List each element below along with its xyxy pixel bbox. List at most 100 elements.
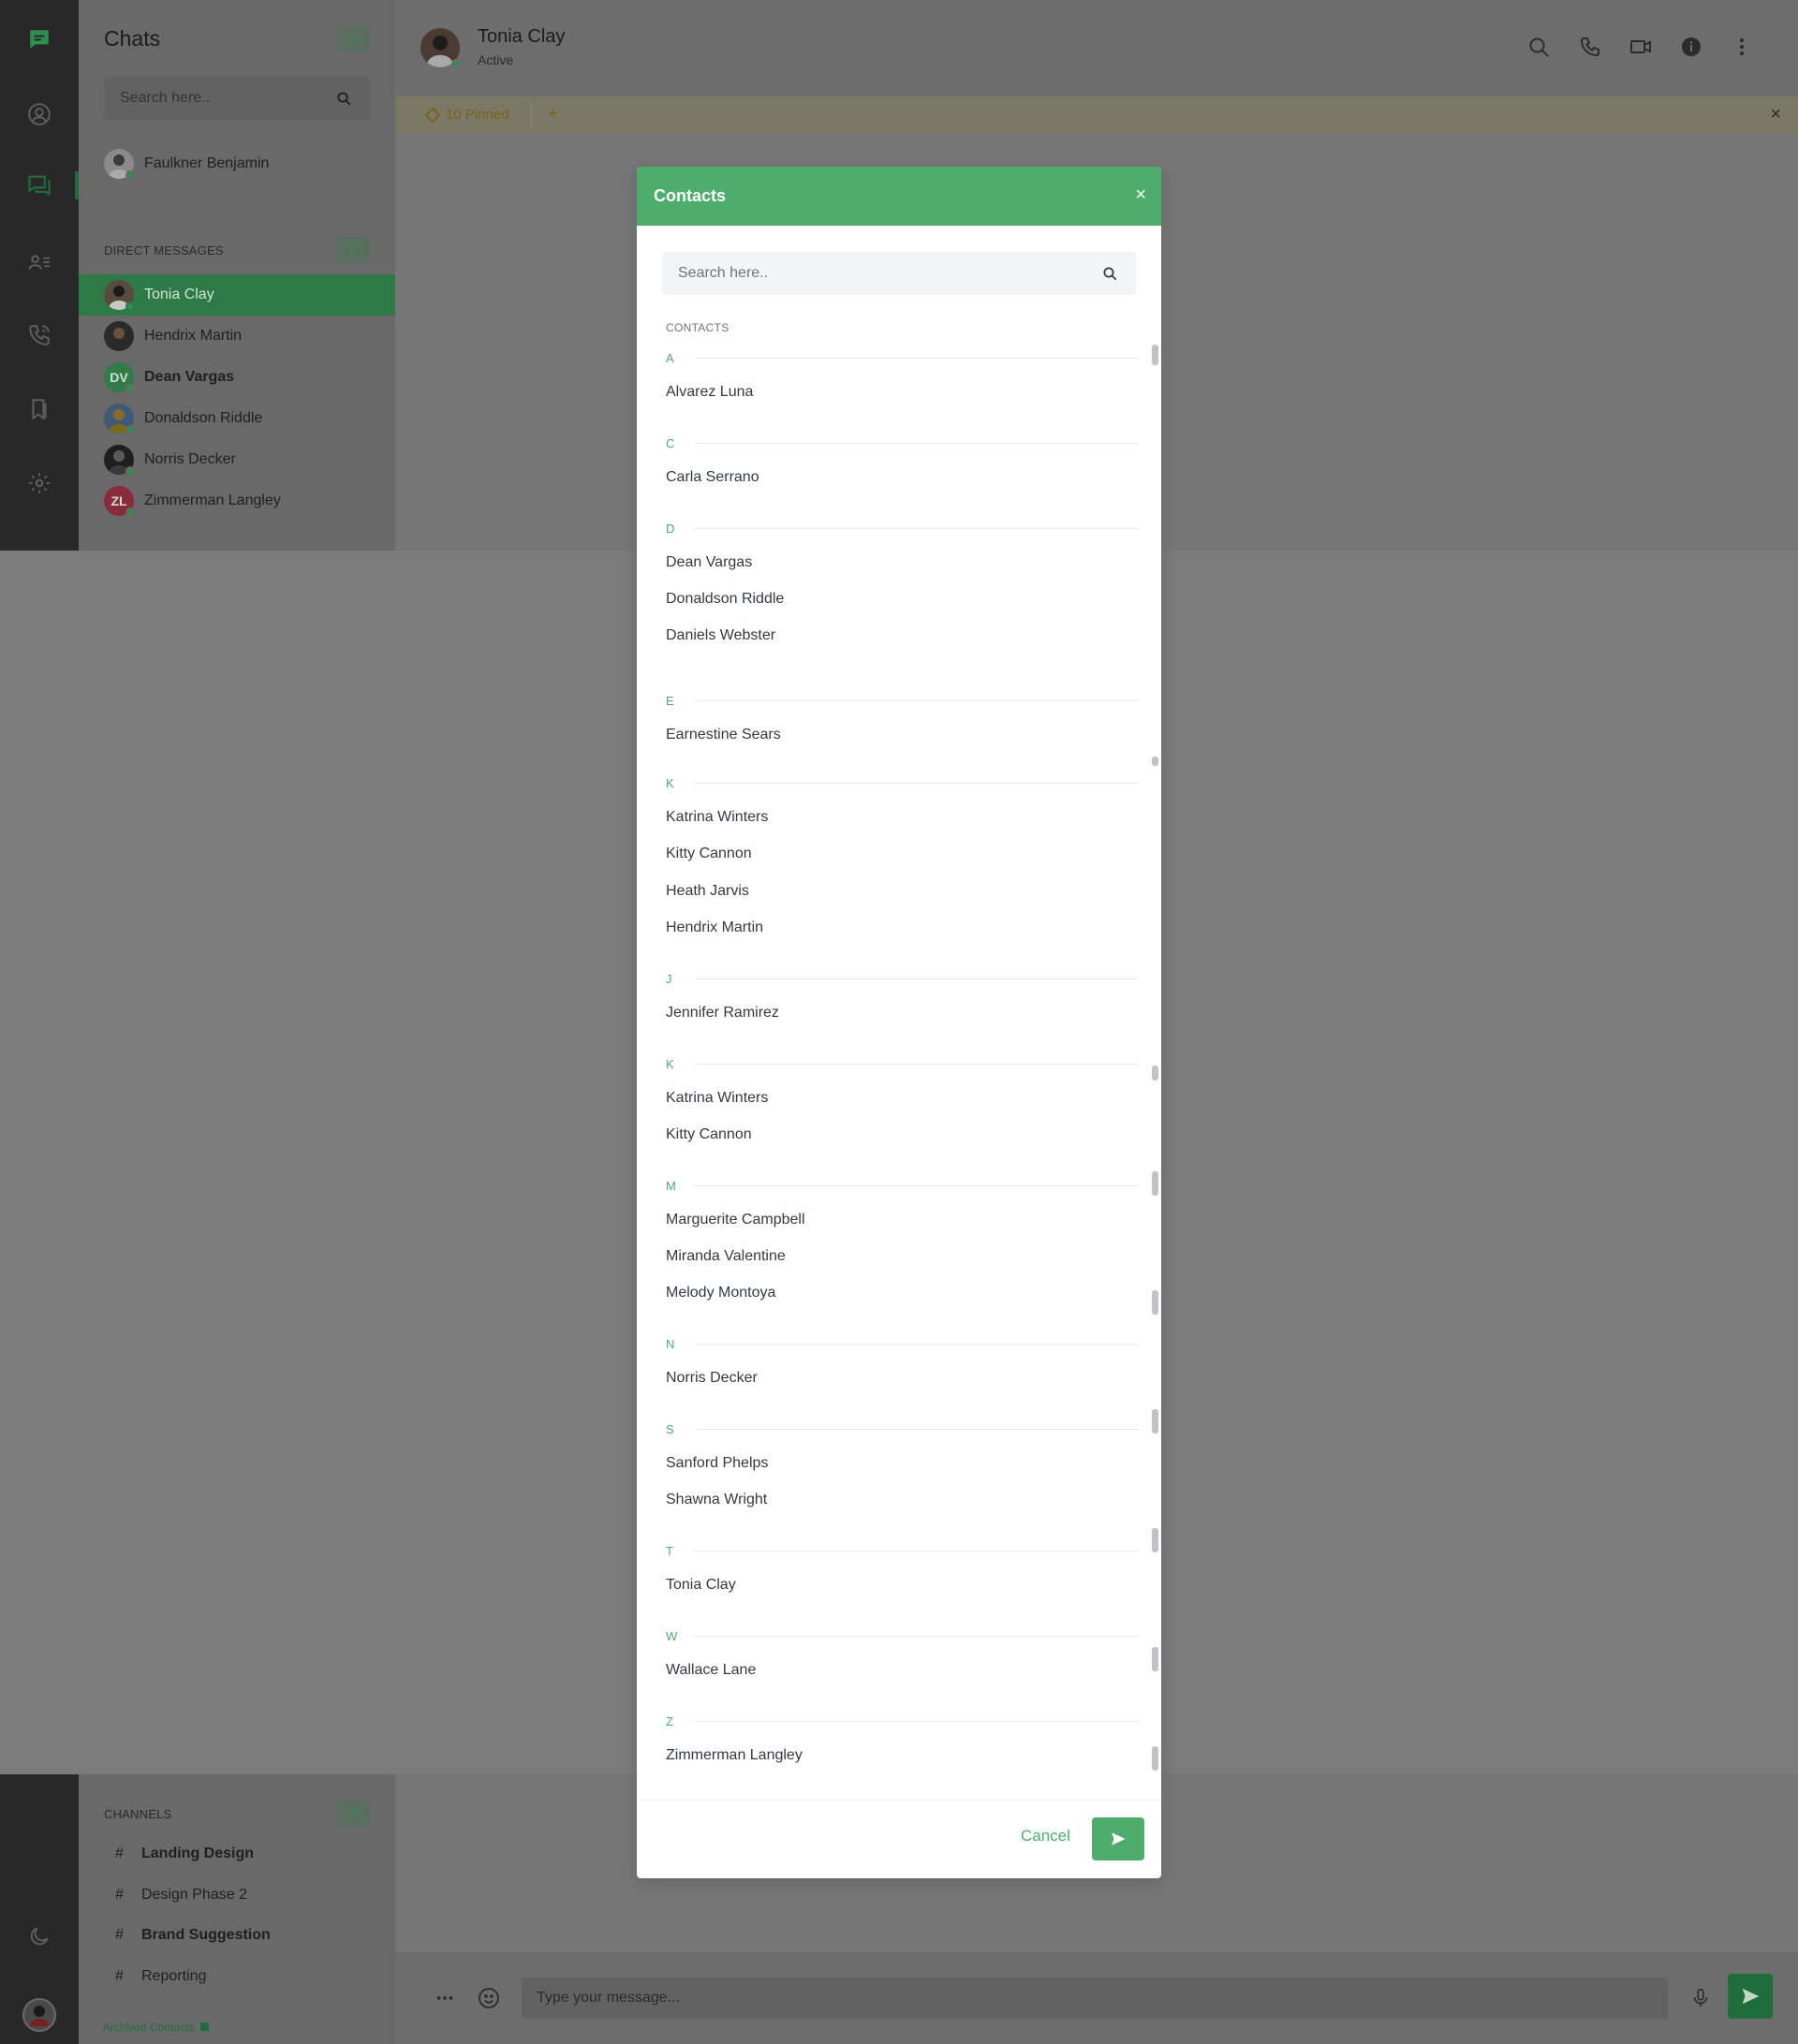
scrollbar[interactable] [1152, 1647, 1158, 1671]
group-letter: W [666, 1628, 678, 1643]
contact-item[interactable]: Daniels Webster [666, 627, 775, 644]
contact-item[interactable]: Jennifer Ramirez [666, 1005, 779, 1022]
more-vertical-icon[interactable] [1731, 36, 1757, 62]
dm-item-norris-decker[interactable]: Norris Decker [79, 439, 395, 480]
add-pin-button[interactable]: + [548, 104, 558, 124]
channel-item[interactable]: # Landing Design [115, 1840, 254, 1868]
pin-icon [424, 107, 441, 123]
contact-item[interactable]: Shawna Wright [666, 1492, 767, 1508]
group-letter: C [666, 435, 675, 450]
info-icon[interactable] [1680, 36, 1706, 62]
online-status-dot [125, 301, 135, 311]
bookmark-icon[interactable] [21, 390, 58, 428]
scrollbar[interactable] [1152, 757, 1158, 766]
contact-item[interactable]: Wallace Lane [666, 1662, 756, 1679]
contact-item[interactable]: Katrina Winters [666, 1090, 768, 1107]
favourite-item[interactable]: Faulkner Benjamin [79, 143, 395, 184]
channels-label: CHANNELS [104, 1807, 172, 1821]
search-icon[interactable] [336, 91, 351, 106]
chat-avatar[interactable] [420, 28, 461, 68]
contact-item[interactable]: Zimmerman Langley [666, 1747, 803, 1764]
contact-item[interactable]: Katrina Winters [666, 809, 768, 826]
channel-item[interactable]: # Reporting [115, 1963, 206, 1991]
contact-item[interactable]: Melody Montoya [666, 1285, 775, 1301]
message-input[interactable] [522, 1978, 1668, 2019]
archived-contacts-link[interactable]: Archived Contacts [103, 2021, 209, 2034]
letter-divider: W [666, 1626, 1139, 1645]
phone-call-icon[interactable] [21, 316, 58, 354]
contact-item[interactable]: Dean Vargas [666, 554, 752, 571]
contact-item[interactable]: Alvarez Luna [666, 384, 753, 401]
settings-icon[interactable] [21, 464, 58, 502]
ellipsis-icon[interactable] [435, 1988, 455, 2008]
archive-icon [199, 2022, 209, 2031]
scrollbar[interactable] [1152, 1290, 1158, 1315]
search-icon[interactable] [1102, 266, 1117, 281]
scrollbar[interactable] [1152, 1066, 1158, 1081]
contacts-search-input[interactable] [662, 252, 1093, 295]
scrollbar[interactable] [1152, 1528, 1158, 1552]
contact-item[interactable]: Carla Serrano [666, 469, 759, 486]
phone-call-icon[interactable] [1579, 36, 1605, 62]
group-letter: Z [666, 1713, 673, 1728]
pinned-count: 10 Pinned [446, 107, 509, 123]
channel-item[interactable]: # Brand Suggestion [115, 1921, 271, 1949]
scrollbar[interactable] [1152, 1409, 1158, 1434]
microphone-icon[interactable] [1690, 1987, 1711, 2009]
hash-icon: # [115, 1845, 124, 1861]
messages-icon[interactable] [21, 167, 58, 204]
user-avatar[interactable] [21, 1996, 58, 2034]
moon-icon[interactable] [21, 1918, 58, 1955]
new-chat-button[interactable]: + [337, 26, 369, 52]
close-icon[interactable]: × [1770, 104, 1781, 125]
sidebar-title: Chats [104, 26, 161, 51]
group-letter: A [666, 350, 674, 365]
letter-divider: Z [666, 1712, 1139, 1730]
avatar [104, 404, 135, 434]
contact-item[interactable]: Sanford Phelps [666, 1455, 768, 1472]
contact-item[interactable]: Tonia Clay [666, 1577, 736, 1594]
pinned-messages-button[interactable]: 10 Pinned [424, 107, 509, 123]
send-button[interactable] [1092, 1817, 1144, 1860]
sidebar-search-input[interactable] [104, 77, 329, 120]
user-profile-icon[interactable] [21, 96, 58, 133]
contact-item[interactable]: Donaldson Riddle [666, 591, 784, 608]
add-direct-message-button[interactable]: + [337, 237, 369, 263]
search-icon[interactable] [1527, 36, 1554, 62]
contact-item[interactable]: Marguerite Campbell [666, 1212, 805, 1228]
dm-item-zimmerman-langley[interactable]: ZL Zimmerman Langley [79, 480, 395, 522]
add-channel-button[interactable]: + [337, 1801, 369, 1827]
dm-item-hendrix-martin[interactable]: Hendrix Martin [79, 316, 395, 357]
online-status-dot [451, 59, 461, 68]
contact-item[interactable]: Heath Jarvis [666, 883, 749, 900]
dm-item-tonia-clay[interactable]: Tonia Clay [79, 274, 395, 316]
contact-item[interactable]: Hendrix Martin [666, 919, 763, 936]
emoji-icon[interactable] [478, 1987, 500, 2009]
video-icon[interactable] [1629, 36, 1656, 62]
archived-contacts-label: Archived Contacts [103, 2021, 195, 2034]
send-button[interactable] [1728, 1974, 1773, 2019]
scrollbar[interactable] [1152, 1171, 1158, 1196]
contact-item[interactable]: Earnestine Sears [666, 727, 781, 743]
contacts-modal: Contacts × CONTACTS A Alvarez Luna C Car… [637, 167, 1161, 1878]
contact-item[interactable]: Norris Decker [666, 1370, 758, 1387]
scrollbar[interactable] [1152, 345, 1158, 365]
chat-bubble-icon[interactable] [21, 21, 58, 58]
contacts-icon[interactable] [21, 243, 58, 281]
avatar: DV [104, 362, 135, 393]
avatar [104, 321, 134, 351]
icon-rail-bottom [0, 1774, 79, 2044]
online-status-dot [125, 384, 135, 393]
cancel-button[interactable]: Cancel [1021, 1827, 1070, 1845]
contact-item[interactable]: Kitty Cannon [666, 846, 752, 862]
chat-contact-name[interactable]: Tonia Clay [478, 26, 565, 48]
close-icon[interactable]: × [1135, 184, 1146, 206]
divider [531, 104, 532, 126]
dm-item-dean-vargas[interactable]: DV Dean Vargas [79, 357, 395, 398]
contact-item[interactable]: Miranda Valentine [666, 1248, 786, 1265]
dm-item-donaldson-riddle[interactable]: Donaldson Riddle [79, 398, 395, 439]
channel-item[interactable]: # Design Phase 2 [115, 1881, 247, 1909]
contacts-caption: CONTACTS [666, 321, 730, 334]
scrollbar[interactable] [1152, 1746, 1158, 1771]
contact-item[interactable]: Kitty Cannon [666, 1126, 752, 1143]
